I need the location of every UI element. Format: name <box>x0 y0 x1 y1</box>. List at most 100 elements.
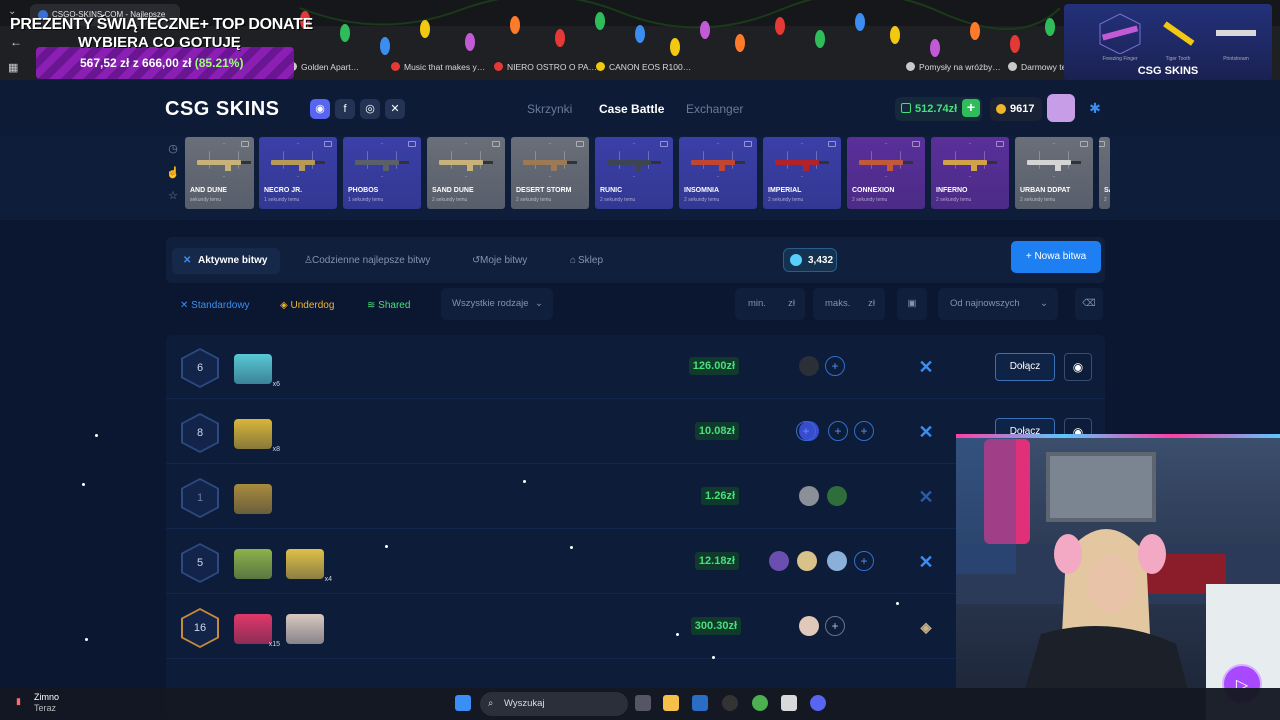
case-mini-icon <box>241 141 249 147</box>
join-battle-button[interactable]: Dołącz <box>995 353 1055 381</box>
history-icon: ↺ <box>472 255 481 266</box>
thumbs-up-icon[interactable]: ☝ <box>166 166 180 179</box>
live-drop-card[interactable]: NECRO JR. 1 sekundy temu <box>259 137 337 209</box>
nav-cases[interactable]: Skrzynki <box>527 102 572 116</box>
player-avatar[interactable] <box>827 486 847 506</box>
deposit-button[interactable]: + <box>962 99 980 117</box>
clock-icon[interactable]: ◷ <box>166 142 180 155</box>
tab-my-battles[interactable]: ↺ Moje bitwy <box>464 248 527 274</box>
player-avatar[interactable] <box>769 551 789 571</box>
live-drop-card[interactable]: SA2 <box>1099 137 1110 209</box>
bookmark-5[interactable]: Darmowy te <box>1008 62 1066 72</box>
chevron-down-icon: ⌄ <box>535 298 543 309</box>
instagram-icon[interactable]: ◎ <box>360 99 380 119</box>
led-strip <box>956 434 1280 438</box>
eraser-icon[interactable]: ⌫ <box>1075 288 1103 320</box>
mode-standard-toggle[interactable]: ✕ Standardowy <box>180 300 250 311</box>
player-avatar[interactable] <box>797 551 817 571</box>
notepad-icon[interactable] <box>781 695 797 711</box>
player-avatar[interactable] <box>799 356 819 376</box>
battle-row[interactable]: 6 x6 126.00zł + ✕ Dołącz ◉ <box>166 335 1105 399</box>
case-mini-icon <box>660 141 668 147</box>
bookmark-4[interactable]: Pomysły na wróżby… <box>906 62 1001 72</box>
tab-daily-best[interactable]: ♙ Codzienne najlepsze bitwy <box>296 248 430 274</box>
mode-shared-toggle[interactable]: ≋ Shared <box>367 300 410 311</box>
player-avatar[interactable] <box>799 486 819 506</box>
swords-icon: ✕ <box>918 487 934 507</box>
overlay-item-0: Freezing Finger <box>1094 12 1146 62</box>
discord-taskbar-icon[interactable] <box>810 695 826 711</box>
mode-underdog-toggle[interactable]: ◈ Underdog <box>280 300 334 311</box>
live-drop-card[interactable]: INFERNO 2 sekundy temu <box>931 137 1009 209</box>
join-slot-button[interactable]: + <box>854 551 874 571</box>
join-slot-button[interactable]: + <box>825 356 845 376</box>
live-drop-card[interactable]: RUNIC 2 sekundy temu <box>595 137 673 209</box>
case-icon <box>234 484 272 514</box>
coins-display[interactable]: 9617 <box>990 97 1042 121</box>
view-eye-icon[interactable]: ◉ <box>1064 353 1092 381</box>
swords-icon: ✕ <box>183 255 192 266</box>
gems-balance[interactable]: 3,432 <box>783 248 837 272</box>
join-slot-button[interactable]: + <box>825 616 845 636</box>
calendar-icon[interactable]: ▣ <box>897 288 927 320</box>
nav-case-battle[interactable]: Case Battle <box>599 102 664 116</box>
swords-icon: ✕ <box>918 422 934 442</box>
star-icon[interactable]: ☆ <box>166 189 180 202</box>
join-slot-button[interactable]: + <box>854 421 874 441</box>
rounds-badge: 8 <box>181 413 219 453</box>
weapon-image <box>691 160 745 171</box>
weapon-image <box>1109 155 1110 171</box>
store-icon[interactable] <box>692 695 708 711</box>
case-mini-icon <box>492 141 500 147</box>
live-drop-card[interactable]: IMPERIAL 2 sekundy temu <box>763 137 841 209</box>
player-avatar[interactable] <box>799 616 819 636</box>
sort-select[interactable]: Od najnowszych ⌄ <box>938 288 1058 320</box>
live-drop-card[interactable]: INSOMNIA 2 sekundy temu <box>679 137 757 209</box>
bookmark-3[interactable]: CANON EOS R100… <box>596 62 691 72</box>
user-avatar[interactable] <box>1047 94 1075 122</box>
rounds-badge: 16 <box>181 608 219 648</box>
chrome-icon[interactable] <box>752 695 768 711</box>
overlay-item-1: Tiger Tooth <box>1152 12 1204 62</box>
live-drop-card[interactable]: URBAN DDPAT 2 sekundy temu <box>1015 137 1093 209</box>
live-drop-card[interactable]: DESERT STORM 2 sekundy temu <box>511 137 589 209</box>
site-logo[interactable]: CSG SKINS <box>165 98 280 121</box>
x-twitter-icon[interactable]: ✕ <box>385 99 405 119</box>
live-drop-card[interactable]: SAND DUNE 2 sekundy temu <box>427 137 505 209</box>
obs-icon[interactable] <box>722 695 738 711</box>
bookmark-icon <box>906 62 915 71</box>
facebook-icon[interactable]: f <box>335 99 355 119</box>
windows-start-icon[interactable] <box>455 695 471 711</box>
join-slot-button[interactable]: + <box>796 421 816 441</box>
discord-icon[interactable]: ◉ <box>310 99 330 119</box>
case-icon: x15 <box>234 614 280 648</box>
join-slot-button[interactable]: + <box>828 421 848 441</box>
case-mini-icon <box>1080 141 1088 147</box>
live-drop-card[interactable]: AND DUNE sekundy temu <box>185 137 254 209</box>
tab-active-battles[interactable]: ✕ Aktywne bitwy <box>172 248 280 274</box>
live-drop-card[interactable]: PHOBOS 1 sekundy temu <box>343 137 421 209</box>
type-select[interactable]: Wszystkie rodzaje ⌄ <box>441 288 553 320</box>
live-drop-card[interactable]: CONNEXION 2 sekundy temu <box>847 137 925 209</box>
nav-exchanger[interactable]: Exchanger <box>686 102 743 116</box>
bookmark-2[interactable]: NIERO OSTRO O PA… <box>494 62 597 72</box>
min-price-input[interactable]: min. zł <box>735 288 805 320</box>
weapon-image <box>607 160 661 171</box>
weather-widget[interactable]: ▮ Zimno Teraz <box>12 692 59 714</box>
overlay-item-2: Printstream <box>1210 12 1262 62</box>
player-avatar[interactable] <box>827 551 847 571</box>
task-view-icon[interactable] <box>635 695 651 711</box>
chevron-down-icon: ⌄ <box>1040 298 1048 309</box>
new-battle-button[interactable]: + Nowa bitwa <box>1011 241 1101 273</box>
taskbar-search[interactable]: ⌕ Wyszukaj <box>480 692 628 716</box>
snowflake <box>896 602 899 605</box>
settings-gear-icon[interactable]: ✱ <box>1084 96 1106 120</box>
swords-icon: ✕ <box>918 357 934 377</box>
file-explorer-icon[interactable] <box>663 695 679 711</box>
battle-price: 1.26zł <box>701 487 739 505</box>
bookmark-1[interactable]: Music that makes y… <box>391 62 485 72</box>
tab-shop[interactable]: ⌂ Sklep <box>562 248 603 274</box>
case-mini-icon <box>324 141 332 147</box>
snowflake <box>570 546 573 549</box>
max-price-input[interactable]: maks. zł <box>813 288 885 320</box>
